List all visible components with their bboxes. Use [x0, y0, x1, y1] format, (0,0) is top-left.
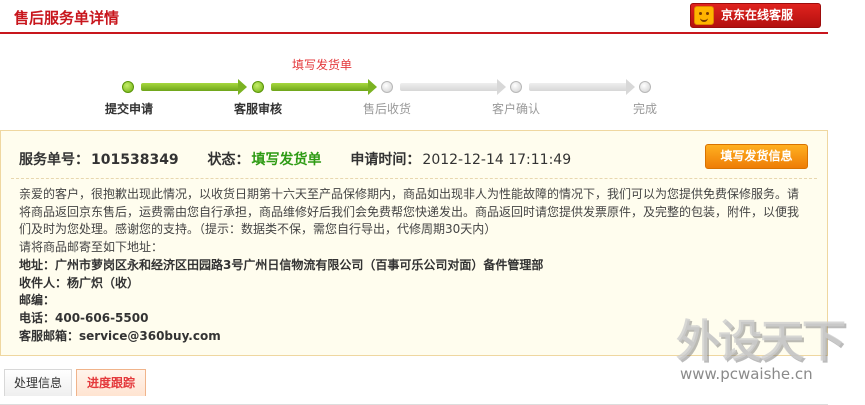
step-bar-4	[529, 79, 635, 95]
status-label: 状态：	[207, 152, 250, 168]
notice-line: 亲爱的客户，很抱歉出现此情况，以收货日期第十六天至产品保修期内，商品如出现非人为…	[19, 187, 800, 201]
notice-line: 将商品返回京东售后，运费需由您自行承担，商品维修好后我们会免费帮您快递发出。商品…	[19, 204, 800, 219]
step-dot-5	[639, 81, 651, 93]
apply-time-value: 2012-12-14 17:11:49	[422, 152, 572, 168]
online-service-label: 京东在线客服	[721, 8, 794, 22]
page-title: 售后服务单详情	[14, 9, 120, 27]
watermark-logo-text: 外设天下	[676, 316, 846, 367]
recipient: 收件人：杨广炽（收）	[19, 275, 140, 290]
service-no-label: 服务单号：	[19, 152, 89, 168]
apply-time-label: 申请时间：	[350, 152, 421, 168]
divider	[11, 178, 817, 179]
step-bar-3	[400, 79, 506, 95]
step-dot-1	[122, 81, 134, 93]
current-step-hint: 填写发货单	[291, 58, 352, 72]
smiley-icon	[694, 6, 714, 25]
watermark-url: www.pcwaishe.cn	[680, 365, 813, 383]
step-dot-3	[381, 81, 393, 93]
step-dot-2	[252, 81, 264, 93]
online-service-button[interactable]: 京东在线客服	[690, 3, 821, 28]
progress-steps: 填写发货单 提交申请 客服审核 售后收货 客户确认 完成	[0, 40, 828, 130]
notice-line: 请将商品邮寄至如下地址：	[19, 240, 164, 255]
step-label-receive: 售后收货	[362, 102, 411, 116]
step-label-confirm: 客户确认	[491, 102, 540, 116]
return-address: 地址：广州市萝岗区永和经济区田园路3号广州日信物流有限公司（百事可乐公司对面）备…	[19, 257, 544, 272]
step-label-complete: 完成	[632, 102, 657, 116]
step-bar-2	[271, 79, 377, 95]
page-header: 售后服务单详情 京东在线客服	[0, 0, 828, 34]
tab-processing-info[interactable]: 处理信息	[4, 369, 72, 396]
site-watermark: 外设天下 www.pcwaishe.cn	[670, 305, 860, 387]
status-value: 填写发货单	[251, 152, 322, 168]
step-label-submit: 提交申请	[104, 102, 153, 116]
step-bar-1	[141, 79, 247, 95]
step-label-review: 客服审核	[233, 102, 282, 116]
service-summary: 服务单号： 101538349 状态： 填写发货单 申请时间： 2012-12-14 …	[19, 149, 571, 169]
tab-progress-tracking[interactable]: 进度跟踪	[76, 369, 146, 396]
service-no-value: 101538349	[91, 152, 179, 168]
fill-shipping-info-button[interactable]: 填写发货信息	[705, 144, 808, 169]
notice-line: 们及时为您处理。感谢您的支持。（提示：数据类不保，需您自行导出，代修周期30天内…	[19, 222, 497, 237]
step-dot-4	[510, 81, 522, 93]
